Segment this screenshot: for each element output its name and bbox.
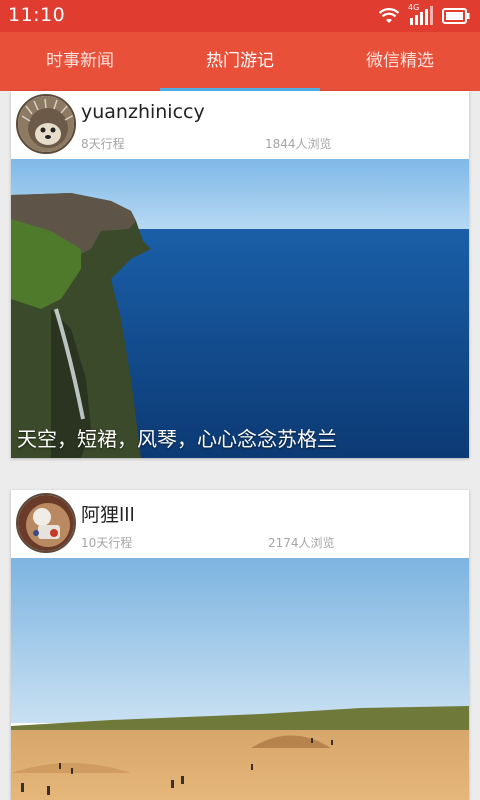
network-type-label: 4G	[408, 3, 420, 12]
username[interactable]: yuanzhiniccy	[81, 101, 205, 123]
tab-popular-travelogues[interactable]: 热门游记	[160, 32, 320, 91]
wifi-icon	[378, 8, 400, 23]
view-count: 1844人浏览	[265, 137, 332, 151]
card-header: 阿狸lll 10天行程 2174人浏览	[11, 490, 469, 558]
trip-duration: 8天行程	[81, 137, 125, 151]
travelogue-card[interactable]: yuanzhiniccy 8天行程 1844人浏览 天空，短裙，风琴，心心念念苏…	[11, 91, 469, 458]
tab-bar: 时事新闻 热门游记 微信精选	[0, 32, 480, 91]
travelogue-card[interactable]: 阿狸lll 10天行程 2174人浏览	[11, 490, 469, 800]
tab-news[interactable]: 时事新闻	[0, 32, 160, 91]
cover-photo[interactable]: 天空，短裙，风琴，心心念念苏格兰	[11, 159, 469, 458]
card-caption: 天空，短裙，风琴，心心念念苏格兰	[17, 427, 337, 451]
status-bar: 11:10 4G	[0, 0, 480, 32]
username[interactable]: 阿狸lll	[81, 500, 135, 527]
battery-icon	[442, 8, 470, 24]
status-icons: 4G	[378, 3, 470, 27]
status-time: 11:10	[8, 4, 66, 26]
signal-icon: 4G	[408, 3, 434, 26]
tab-wechat-picks[interactable]: 微信精选	[320, 32, 480, 91]
card-header: yuanzhiniccy 8天行程 1844人浏览	[11, 91, 469, 159]
avatar[interactable]	[16, 493, 76, 553]
avatar[interactable]	[16, 94, 76, 154]
cover-photo[interactable]	[11, 558, 469, 800]
trip-duration: 10天行程	[81, 536, 133, 550]
view-count: 2174人浏览	[268, 536, 335, 550]
